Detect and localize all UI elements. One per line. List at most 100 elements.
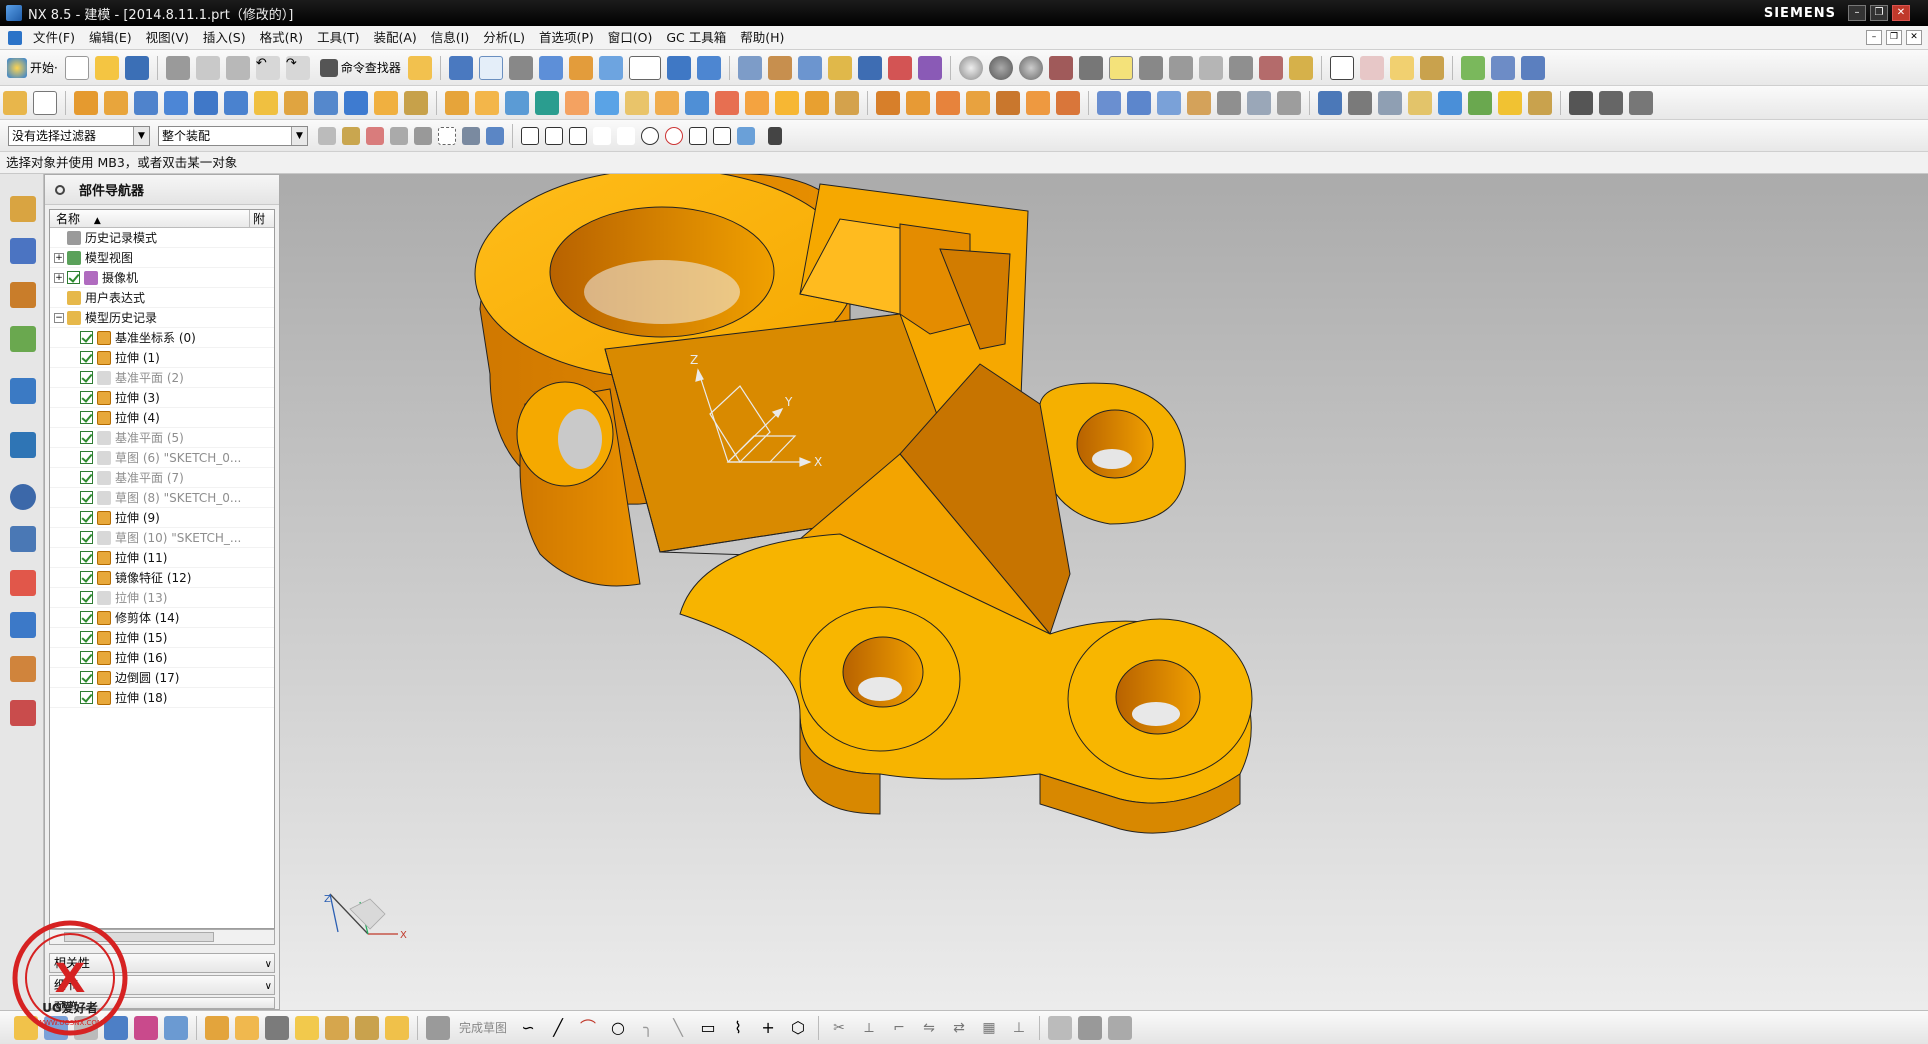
- reuse-library-icon[interactable]: [10, 326, 36, 352]
- tree-node[interactable]: 拉伸 (4): [50, 408, 274, 428]
- split-body-icon[interactable]: [565, 90, 589, 115]
- roles-icon[interactable]: [10, 656, 36, 682]
- line-icon[interactable]: ╱: [546, 1016, 570, 1040]
- block-icon[interactable]: [134, 90, 158, 115]
- hide-icon[interactable]: [1408, 90, 1432, 115]
- triangle-icon[interactable]: [1329, 55, 1354, 80]
- groove-icon[interactable]: [404, 90, 428, 115]
- finish-sketch-icon[interactable]: [426, 1015, 450, 1040]
- tree-node[interactable]: 拉伸 (9): [50, 508, 274, 528]
- menu-information[interactable]: 信息(I): [424, 26, 476, 50]
- selection-icon[interactable]: [448, 55, 473, 80]
- offset-face-icon[interactable]: [835, 90, 859, 115]
- part-model[interactable]: Z Y X Z X: [280, 174, 1928, 1010]
- menu-analysis[interactable]: 分析(L): [476, 26, 532, 50]
- tree-node[interactable]: 拉伸 (3): [50, 388, 274, 408]
- expand-toggle-icon[interactable]: +: [54, 252, 64, 263]
- delete-icon[interactable]: [1629, 90, 1653, 115]
- reset-filter-icon[interactable]: [318, 126, 336, 145]
- mirror-body-icon[interactable]: [805, 90, 829, 115]
- menu-file[interactable]: 文件(F): [26, 26, 82, 50]
- hole-icon[interactable]: [254, 90, 278, 115]
- sync-delete-icon[interactable]: [1026, 90, 1050, 115]
- graphics-window[interactable]: Z Y X Z X: [280, 174, 1928, 1010]
- visibility-checkbox[interactable]: [80, 691, 93, 704]
- mirror-curve-icon[interactable]: ⇄: [947, 1016, 971, 1040]
- show-icon[interactable]: [1438, 90, 1462, 115]
- select-solid-icon[interactable]: [486, 126, 504, 145]
- save-icon[interactable]: [124, 55, 149, 80]
- display-constraints-icon[interactable]: [1048, 1015, 1073, 1040]
- visibility-checkbox[interactable]: [80, 651, 93, 664]
- through-curves-icon[interactable]: [1127, 90, 1151, 115]
- reattach-icon[interactable]: [134, 1015, 158, 1040]
- new-file-icon[interactable]: [64, 55, 89, 80]
- swept-icon[interactable]: [1157, 90, 1181, 115]
- sync-offset-icon[interactable]: [936, 90, 960, 115]
- pad-icon[interactable]: [344, 90, 368, 115]
- layer-settings-icon[interactable]: [1348, 90, 1372, 115]
- snap-line-icon[interactable]: [569, 126, 587, 145]
- visibility-checkbox[interactable]: [80, 391, 93, 404]
- make-corner-icon[interactable]: ⌐: [887, 1016, 911, 1040]
- rectangle-icon[interactable]: ▭: [696, 1016, 720, 1040]
- menu-gc-toolkit[interactable]: GC 工具箱: [659, 26, 733, 50]
- snap-curve-icon[interactable]: [593, 126, 611, 145]
- snap-point-on-face-icon[interactable]: [737, 126, 755, 145]
- point-sketch-icon[interactable]: +: [756, 1016, 780, 1040]
- report-icon[interactable]: [1520, 55, 1545, 80]
- invert-icon[interactable]: [1498, 90, 1522, 115]
- pattern-curve-icon[interactable]: ▦: [977, 1016, 1001, 1040]
- dimension-icon[interactable]: [887, 55, 912, 80]
- tree-node[interactable]: 用户表达式: [50, 288, 274, 308]
- tree-node[interactable]: 镜像特征 (12): [50, 568, 274, 588]
- sync-move-icon[interactable]: [876, 90, 900, 115]
- tree-node[interactable]: + 摄像机: [50, 268, 274, 288]
- dimension-tool-icon[interactable]: [295, 1015, 319, 1040]
- studio-icon[interactable]: [1078, 55, 1103, 80]
- trim-sheet-icon[interactable]: [1277, 90, 1301, 115]
- sync-pull-icon[interactable]: [906, 90, 930, 115]
- highlight-icon[interactable]: [1108, 55, 1133, 80]
- finish-sketch-label[interactable]: 完成草图: [459, 1019, 507, 1036]
- edit-icon[interactable]: [1569, 90, 1593, 115]
- manufacturing-wizards-icon[interactable]: [10, 612, 36, 638]
- visibility-checkbox[interactable]: [80, 331, 93, 344]
- static-wireframe-icon[interactable]: [1018, 55, 1043, 80]
- visibility-checkbox[interactable]: [80, 671, 93, 684]
- cone-icon[interactable]: [194, 90, 218, 115]
- tree-node[interactable]: 修剪体 (14): [50, 608, 274, 628]
- rectangle-select-icon[interactable]: [438, 126, 456, 145]
- visibility-checkbox[interactable]: [80, 411, 93, 424]
- polyline-icon[interactable]: ⌇: [726, 1016, 750, 1040]
- pattern-icon[interactable]: [1228, 55, 1253, 80]
- shaded-icon[interactable]: [988, 55, 1013, 80]
- menu-preferences[interactable]: 首选项(P): [532, 26, 601, 50]
- thread-icon[interactable]: [715, 90, 739, 115]
- offset-curve-icon[interactable]: ⇋: [917, 1016, 941, 1040]
- visibility-checkbox[interactable]: [80, 551, 93, 564]
- tree-node[interactable]: 基准平面 (2): [50, 368, 274, 388]
- subtract-icon[interactable]: [475, 90, 499, 115]
- sync-copy-icon[interactable]: [1056, 90, 1080, 115]
- background-icon[interactable]: [568, 55, 593, 80]
- snap-point-on-curve-icon[interactable]: [713, 126, 731, 145]
- menu-help[interactable]: 帮助(H): [733, 26, 791, 50]
- tree-node[interactable]: − 模型历史记录: [50, 308, 274, 328]
- visibility-checkbox[interactable]: [80, 631, 93, 644]
- tree-node[interactable]: 拉伸 (1): [50, 348, 274, 368]
- chamfer-icon[interactable]: [655, 90, 679, 115]
- tree-node[interactable]: 拉伸 (15): [50, 628, 274, 648]
- column-attached[interactable]: 附: [250, 210, 274, 227]
- tree-node[interactable]: 拉伸 (13): [50, 588, 274, 608]
- command-finder-button[interactable]: 命令查找器: [313, 58, 405, 77]
- spline-icon[interactable]: ∽: [516, 1016, 540, 1040]
- view-triad-icon[interactable]: [598, 55, 623, 80]
- point-icon[interactable]: [325, 1015, 349, 1040]
- sync-replace-icon[interactable]: [966, 90, 990, 115]
- snap-settings-icon[interactable]: [768, 126, 782, 145]
- cut-icon[interactable]: [165, 55, 190, 80]
- chamfer-sketch-icon[interactable]: ╲: [666, 1016, 690, 1040]
- visibility-checkbox[interactable]: [67, 271, 80, 284]
- show-hide-icon[interactable]: [1468, 90, 1492, 115]
